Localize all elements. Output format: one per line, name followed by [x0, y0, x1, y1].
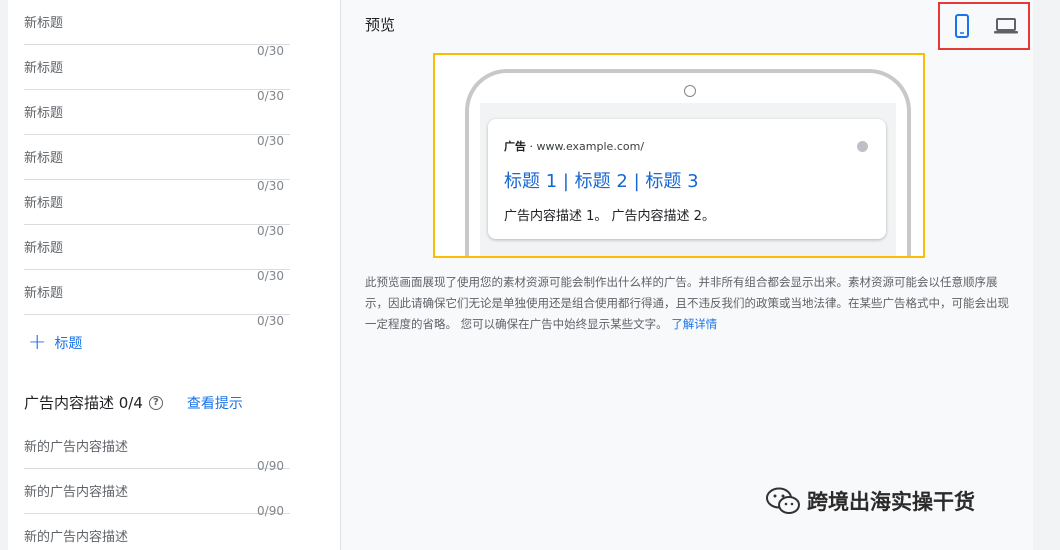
- headline-input[interactable]: 新标题: [24, 0, 290, 45]
- device-toggle: [938, 2, 1030, 50]
- ad-headline[interactable]: 标题 1 | 标题 2 | 标题 3: [504, 167, 699, 193]
- ad-separator: ·: [529, 140, 534, 153]
- ad-url: www.example.com/: [536, 140, 645, 153]
- phone-screen: 广告 · www.example.com/ 标题 1 | 标题 2 | 标题 3…: [480, 103, 896, 256]
- ad-description: 广告内容描述 1。 广告内容描述 2。: [504, 209, 715, 224]
- laptop-icon: [994, 18, 1018, 34]
- headline-input[interactable]: 新标题: [24, 135, 290, 180]
- info-dot-icon: [857, 141, 868, 152]
- help-icon[interactable]: ?: [148, 395, 163, 410]
- desktop-preview-button[interactable]: [992, 12, 1020, 40]
- headline-input[interactable]: 新标题: [24, 270, 290, 315]
- preview-note: 此预览画面展现了使用您的素材资源可能会制作出什么样的广告。并非所有组合都会显示出…: [365, 272, 1010, 335]
- mobile-icon: [955, 14, 969, 38]
- mobile-preview-button[interactable]: [948, 12, 976, 40]
- wechat-icon: [766, 487, 800, 514]
- description-input[interactable]: 新的广告内容描述: [24, 469, 290, 514]
- headline-placeholder: 新标题: [24, 196, 64, 211]
- preview-panel: 预览 广告 · www.example.com/ 标题 1 | 标题 2 | 标…: [340, 0, 1033, 550]
- headline-placeholder: 新标题: [24, 286, 64, 301]
- add-headline-label: 标题: [54, 336, 83, 352]
- headline-placeholder: 新标题: [24, 16, 64, 31]
- ad-display-line: 广告 · www.example.com/: [504, 138, 644, 154]
- plus-icon: +: [28, 330, 47, 355]
- description-placeholder: 新的广告内容描述: [24, 530, 129, 545]
- ad-label: 广告: [504, 140, 526, 153]
- description-placeholder: 新的广告内容描述: [24, 440, 129, 455]
- learn-more-link[interactable]: 了解详情: [671, 317, 717, 331]
- watermark: 跨境出海实操干货: [765, 486, 975, 516]
- ad-preview-frame: 广告 · www.example.com/ 标题 1 | 标题 2 | 标题 3…: [433, 53, 925, 258]
- phone-camera-icon: [684, 85, 696, 97]
- headline-input[interactable]: 新标题: [24, 225, 290, 270]
- asset-editor-panel: 新标题 0/30 新标题 0/30 新标题 0/30 新标题 0/30 新标题 …: [8, 0, 340, 550]
- headline-input[interactable]: 新标题: [24, 180, 290, 225]
- description-input[interactable]: 新的广告内容描述: [24, 514, 290, 550]
- headline-placeholder: 新标题: [24, 241, 64, 256]
- headline-placeholder: 新标题: [24, 106, 64, 121]
- add-headline-button[interactable]: + 标题: [28, 330, 83, 355]
- view-tips-link[interactable]: 查看提示: [187, 393, 243, 413]
- description-input[interactable]: 新的广告内容描述: [24, 424, 290, 469]
- watermark-text: 跨境出海实操干货: [807, 490, 975, 514]
- headline-counter: 0/30: [257, 314, 284, 328]
- headline-input[interactable]: 新标题: [24, 45, 290, 90]
- phone-mockup: 广告 · www.example.com/ 标题 1 | 标题 2 | 标题 3…: [465, 69, 911, 256]
- description-placeholder: 新的广告内容描述: [24, 485, 129, 500]
- headline-input[interactable]: 新标题: [24, 90, 290, 135]
- descriptions-header: 广告内容描述 0/4 ? 查看提示: [24, 392, 243, 413]
- preview-title: 预览: [365, 16, 396, 34]
- descriptions-title: 广告内容描述 0/4: [24, 394, 143, 412]
- ad-card: 广告 · www.example.com/ 标题 1 | 标题 2 | 标题 3…: [488, 119, 886, 239]
- headline-placeholder: 新标题: [24, 151, 64, 166]
- headline-placeholder: 新标题: [24, 61, 64, 76]
